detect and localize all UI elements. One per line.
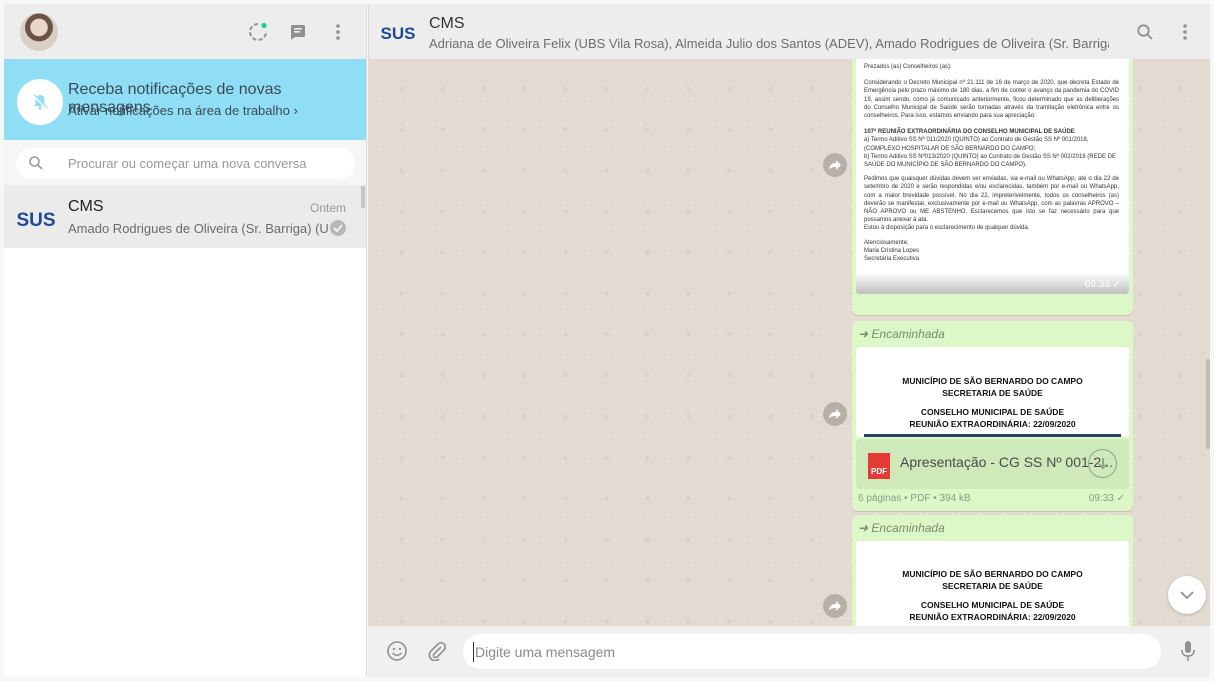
- pdf-preview-line-4: REUNIÃO EXTRAORDINÁRIA: 22/09/2020: [909, 612, 1076, 622]
- emoji-icon[interactable]: [385, 639, 409, 663]
- pdf-preview[interactable]: MUNICÍPIO DE SÃO BERNARDO DO CAMPO SECRE…: [856, 347, 1129, 437]
- message-document-bubble[interactable]: ➜ Encaminhada MUNICÍPIO DE SÃO BERNARDO …: [852, 321, 1133, 511]
- doc-heading: 107ª REUNIÃO EXTRAORDINÁRIA DO CONSELHO …: [864, 129, 1075, 136]
- chat-time: Ontem: [309, 201, 346, 215]
- pdf-preview-line-4: REUNIÃO EXTRAORDINÁRIA: 22/09/2020: [909, 419, 1076, 429]
- enable-notifications-link[interactable]: Ativar notificações na área de trabalho …: [68, 103, 298, 118]
- chat-list-scrollbar[interactable]: [361, 186, 365, 208]
- new-chat-icon[interactable]: [286, 20, 310, 44]
- message-time: 09:33 ✓: [1084, 279, 1121, 290]
- search-bar: [4, 140, 366, 186]
- svg-text:SUS: SUS: [381, 24, 415, 43]
- search-messages-icon[interactable]: [1133, 20, 1157, 44]
- muted-bell-icon: [17, 79, 63, 125]
- conversation-panel: SUS CMS Adriana de Oliveira Felix (UBS V…: [368, 4, 1210, 677]
- doc-signer-title: Secretária Executiva: [864, 256, 920, 263]
- doc-signer: Maria Cristina Lopes: [864, 247, 920, 254]
- conversation-menu-icon[interactable]: [1173, 20, 1197, 44]
- message-area[interactable]: Prezados (as) Conselheiros (as): Conside…: [368, 59, 1210, 626]
- group-members: Adriana de Oliveira Felix (UBS Vila Rosa…: [429, 36, 1109, 51]
- chat-list: SUS CMS Ontem Amado Rodrigues de Oliveir…: [4, 186, 366, 248]
- download-icon[interactable]: [1088, 449, 1117, 478]
- microphone-icon[interactable]: [1176, 639, 1200, 663]
- chat-avatar-sus-logo: SUS: [14, 198, 58, 238]
- attach-icon[interactable]: [425, 639, 449, 663]
- status-icon[interactable]: [246, 20, 270, 44]
- doc-paragraph-2: Pedimos que quaisquer dúvidas devem ser …: [864, 176, 1119, 224]
- document-image[interactable]: Prezados (as) Conselheiros (as): Conside…: [856, 59, 1129, 294]
- group-title: CMS: [429, 15, 465, 32]
- sidebar-header: [4, 4, 366, 59]
- text-cursor: [473, 642, 474, 662]
- pdf-preview[interactable]: MUNICÍPIO DE SÃO BERNARDO DO CAMPO SECRE…: [856, 541, 1129, 626]
- message-input[interactable]: [463, 634, 1161, 669]
- conversation-scrollbar[interactable]: [1206, 359, 1210, 449]
- pdf-file-icon: PDF: [868, 453, 890, 479]
- forwarded-label: ➜ Encaminhada: [858, 327, 945, 341]
- chat-name: CMS: [68, 198, 104, 215]
- pdf-file-name: Apresentação - CG SS Nº 001-2...: [900, 454, 1113, 470]
- doc-paragraph-1: Considerando o Decreto Municipal nº 21.1…: [864, 80, 1119, 120]
- profile-avatar[interactable]: [20, 13, 58, 51]
- pdf-preview-line-1: MUNICÍPIO DE SÃO BERNARDO DO CAMPO: [902, 376, 1083, 386]
- pdf-file-row[interactable]: PDF Apresentação - CG SS Nº 001-2...: [856, 439, 1129, 489]
- conversation-header[interactable]: SUS CMS Adriana de Oliveira Felix (UBS V…: [368, 4, 1210, 59]
- group-avatar-sus-logo[interactable]: SUS: [381, 20, 416, 44]
- whatsapp-web-app: Receba notificações de novas mensagens A…: [0, 0, 1214, 681]
- chat-list-item-cms[interactable]: SUS CMS Ontem Amado Rodrigues de Oliveir…: [4, 186, 366, 248]
- pdf-preview-line-3: CONSELHO MUNICIPAL DE SAÚDE: [920, 407, 1065, 417]
- forwarded-label: ➜ Encaminhada: [858, 521, 945, 535]
- pdf-file-meta: 6 páginas • PDF • 394 kB: [858, 493, 971, 504]
- sidebar: Receba notificações de novas mensagens A…: [4, 4, 367, 677]
- menu-icon[interactable]: [326, 20, 350, 44]
- pdf-preview-line-1: MUNICÍPIO DE SÃO BERNARDO DO CAMPO: [902, 569, 1083, 579]
- search-input[interactable]: [68, 152, 348, 175]
- doc-greeting: Prezados (as) Conselheiros (as):: [864, 64, 952, 70]
- scroll-to-bottom-button[interactable]: [1168, 576, 1206, 614]
- document-image-text: Prezados (as) Conselheiros (as): Conside…: [864, 59, 1119, 263]
- pdf-preview-line-2: SECRETARIA DE SAÚDE: [942, 388, 1043, 398]
- forward-icon[interactable]: [823, 153, 847, 177]
- pdf-preview-text: MUNICÍPIO DE SÃO BERNARDO DO CAMPO SECRE…: [856, 568, 1129, 623]
- message-document-bubble[interactable]: ➜ Encaminhada MUNICÍPIO DE SÃO BERNARDO …: [852, 515, 1133, 626]
- forward-icon[interactable]: [823, 402, 847, 426]
- doc-item-b: b) Termo Aditivo SS Nº013/2020 (QUINTO) …: [864, 153, 1116, 169]
- message-time: 09:33 ✓: [1088, 493, 1125, 504]
- forward-icon[interactable]: [823, 594, 847, 618]
- svg-text:SUS: SUS: [16, 210, 55, 231]
- chat-last-message: Amado Rodrigues de Oliveira (Sr. Barriga…: [68, 221, 328, 236]
- pdf-preview-line-3: CONSELHO MUNICIPAL DE SAÚDE: [920, 600, 1065, 610]
- pdf-preview-text: MUNICÍPIO DE SÃO BERNARDO DO CAMPO SECRE…: [856, 375, 1129, 430]
- notification-banner: Receba notificações de novas mensagens A…: [4, 59, 366, 140]
- chat-status-icon: [330, 220, 346, 236]
- compose-bar: [368, 626, 1210, 677]
- doc-closing: Atenciosamente,: [864, 239, 909, 246]
- pdf-preview-line-2: SECRETARIA DE SAÚDE: [942, 581, 1043, 591]
- doc-item-a: a) Termo Aditivo SS Nº 011/2020 (QUINTO)…: [864, 137, 1089, 152]
- search-box[interactable]: [16, 148, 355, 179]
- pdf-preview-rule: [864, 434, 1121, 437]
- doc-paragraph-3: Estou à disposição para o esclarecimento…: [864, 225, 1030, 232]
- message-image-bubble[interactable]: Prezados (as) Conselheiros (as): Conside…: [852, 59, 1133, 315]
- search-icon: [28, 155, 44, 171]
